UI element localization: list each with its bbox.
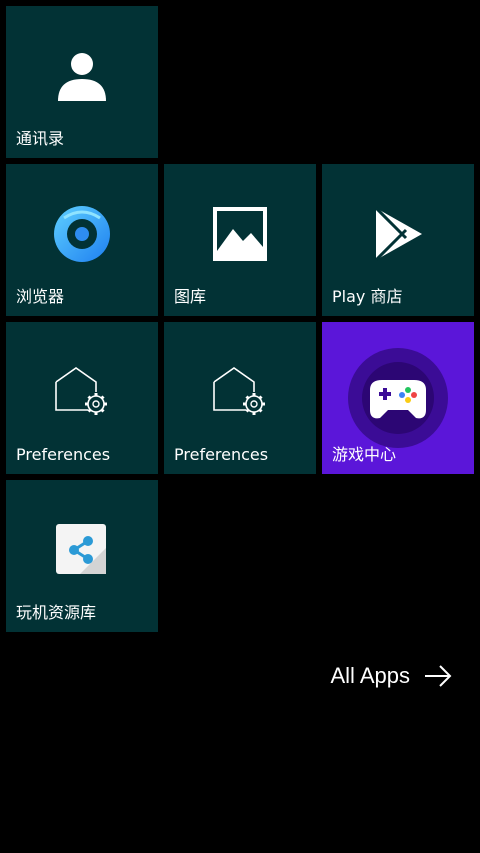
tile-browser[interactable]: 浏览器 [6, 164, 158, 316]
tile-label: Play 商店 [332, 287, 403, 306]
all-apps-label: All Apps [330, 663, 411, 688]
share-document-icon [56, 523, 106, 574]
tile-label: 浏览器 [16, 287, 65, 306]
tile-game-center[interactable]: 游戏中心 [322, 322, 474, 474]
tile-label: Preferences [16, 445, 111, 464]
gamepad-icon [348, 348, 448, 448]
tile-gallery[interactable]: 图库 [164, 164, 316, 316]
tile-label: 通讯录 [16, 129, 65, 148]
tile-label: 游戏中心 [332, 445, 397, 464]
house-gear-icon [55, 366, 107, 415]
tile-contacts[interactable]: 通讯录 [6, 6, 158, 158]
arrow-right-icon [425, 665, 452, 687]
gallery-icon [213, 206, 267, 261]
tile-preferences-2[interactable]: Preferences [164, 322, 316, 474]
all-apps-button[interactable]: All Apps [331, 658, 453, 694]
tile-label: 玩机资源库 [16, 603, 97, 622]
tile-label: Preferences [174, 445, 269, 464]
tile-label: 图库 [174, 287, 207, 306]
contact-person-icon [58, 52, 106, 101]
tile-resource-library[interactable]: 玩机资源库 [6, 480, 158, 632]
browser-icon [54, 205, 110, 262]
house-gear-icon [213, 366, 265, 415]
tile-preferences-1[interactable]: Preferences [6, 322, 158, 474]
play-store-icon [374, 206, 422, 261]
tile-play-store[interactable]: Play 商店 [322, 164, 474, 316]
